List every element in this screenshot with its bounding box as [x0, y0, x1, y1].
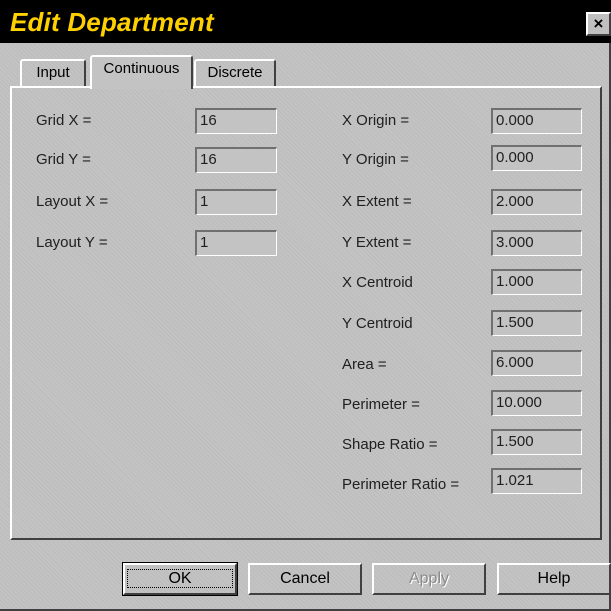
y-origin-field[interactable]: 0.000 [491, 145, 582, 171]
apply-button-label: Apply [408, 570, 450, 587]
apply-button[interactable]: Apply [372, 563, 486, 595]
x-centroid-label: X Centroid [342, 274, 413, 291]
grid-x-label: Grid X = [36, 112, 92, 129]
x-centroid-field[interactable]: 1.000 [491, 269, 582, 295]
title-bar[interactable]: Edit Department × [0, 0, 611, 43]
y-origin-label: Y Origin = [342, 151, 409, 168]
area-label: Area = [342, 356, 387, 373]
help-button-label: Help [537, 570, 571, 587]
x-extent-field[interactable]: 2.000 [491, 189, 582, 215]
tab-input-label: Input [36, 64, 70, 81]
perimeter-ratio-field[interactable]: 1.021 [491, 468, 582, 494]
ok-button-label: OK [127, 569, 233, 588]
close-button[interactable]: × [586, 12, 611, 36]
ok-button[interactable]: OK [122, 562, 238, 596]
tab-continuous[interactable]: Continuous [90, 55, 193, 89]
tab-input[interactable]: Input [20, 59, 86, 87]
perimeter-field[interactable]: 10.000 [491, 390, 582, 416]
x-origin-field[interactable]: 0.000 [491, 108, 582, 134]
y-extent-label: Y Extent = [342, 234, 412, 251]
tab-continuous-label: Continuous [103, 60, 180, 77]
perimeter-label: Perimeter = [342, 396, 420, 413]
y-extent-field[interactable]: 3.000 [491, 230, 582, 256]
perimeter-ratio-label: Perimeter Ratio = [342, 476, 460, 493]
area-field[interactable]: 6.000 [491, 350, 582, 376]
layout-x-field[interactable]: 1 [195, 189, 277, 215]
grid-y-field[interactable]: 16 [195, 147, 277, 173]
y-centroid-label: Y Centroid [342, 315, 413, 332]
cancel-button[interactable]: Cancel [248, 563, 362, 595]
layout-y-label: Layout Y = [36, 234, 108, 251]
shape-ratio-field[interactable]: 1.500 [491, 429, 582, 455]
x-extent-label: X Extent = [342, 193, 412, 210]
grid-y-label: Grid Y = [36, 151, 91, 168]
window-title: Edit Department [10, 7, 214, 37]
cancel-button-label: Cancel [280, 570, 330, 587]
tab-discrete[interactable]: Discrete [194, 59, 276, 87]
close-icon: × [593, 14, 604, 33]
help-button[interactable]: Help [497, 563, 611, 595]
shape-ratio-label: Shape Ratio = [342, 436, 438, 453]
layout-x-label: Layout X = [36, 193, 109, 210]
grid-x-field[interactable]: 16 [195, 108, 277, 134]
y-centroid-field[interactable]: 1.500 [491, 310, 582, 336]
tab-discrete-label: Discrete [207, 64, 263, 81]
layout-y-field[interactable]: 1 [195, 230, 277, 256]
edit-department-dialog: Edit Department × Input Continuous Discr… [0, 0, 611, 611]
x-origin-label: X Origin = [342, 112, 410, 129]
